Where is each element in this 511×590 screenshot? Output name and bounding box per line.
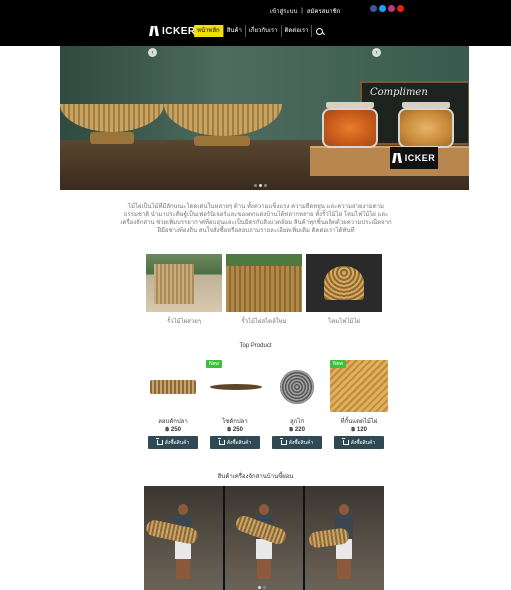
gallery-dot[interactable]: [263, 586, 266, 589]
new-badge: New: [330, 360, 347, 368]
facebook-icon[interactable]: [370, 5, 377, 12]
bamboo-mat-image: New: [330, 360, 388, 412]
slider-dot-active[interactable]: [259, 184, 262, 187]
person-legs: [176, 559, 190, 579]
product-name: ที่กั้นแดดไม้ไผ่: [340, 419, 378, 425]
hero-logo-text: ICKER: [404, 153, 436, 163]
product-price: ฿ 220: [289, 427, 305, 433]
person-shorts: [255, 539, 272, 559]
woven-ball-image: [268, 360, 326, 412]
glass-jar-image: [398, 108, 454, 148]
product-card[interactable]: ลูกไก่ ฿ 220 สั่งซื้อสินค้า: [268, 360, 326, 449]
cart-icon: [279, 438, 287, 445]
buy-button[interactable]: สั่งซื้อสินค้า: [210, 436, 260, 449]
person-legs: [337, 559, 352, 579]
category-card[interactable]: โคมไฟไม้ไผ่: [306, 254, 382, 326]
glass-jar-image: [322, 108, 378, 148]
fish-trap-image: New: [206, 360, 264, 412]
slider-dot[interactable]: [264, 184, 267, 187]
search-icon[interactable]: [316, 27, 324, 35]
buy-button-label: สั่งซื้อสินค้า: [164, 439, 190, 446]
category-label: รั้วไม้ไผ่สไตล์ใหม่: [241, 319, 287, 325]
person-head: [178, 504, 188, 515]
buy-button-label: สั่งซื้อสินค้า: [350, 439, 376, 446]
category-card[interactable]: รั้วไม้ไผ่สไตล์ใหม่: [226, 254, 302, 326]
product-name: ลูกไก่: [290, 419, 304, 425]
product-name: ลอบดักปลา: [158, 419, 188, 425]
login-link[interactable]: เข้าสู่ระบบ: [270, 6, 297, 16]
person-legs: [256, 559, 271, 579]
cart-icon: [217, 438, 225, 445]
category-label: รั้วไม้ไผ่สวยๆ: [167, 319, 201, 325]
blackboard-text: Complimen: [370, 87, 428, 98]
gallery-image: [144, 486, 225, 590]
buy-button-label: สั่งซื้อสินค้า: [226, 439, 252, 446]
gallery-prev-icon[interactable]: ‹: [148, 48, 157, 57]
cart-icon: [341, 438, 349, 445]
slider-dots: [254, 184, 267, 187]
gallery-slider[interactable]: [144, 486, 385, 590]
register-link[interactable]: สมัครสมาชิก: [307, 6, 341, 16]
nav-contact[interactable]: ติดต่อเรา: [282, 25, 313, 37]
product-name: ไซดักปลา: [222, 419, 248, 425]
category-card[interactable]: รั้วไม้ไผ่สวยๆ: [146, 254, 222, 326]
product-price: ฿ 250: [165, 427, 181, 433]
hero-watermark-logo: ICKER: [390, 147, 438, 169]
buy-button[interactable]: สั่งซื้อสินค้า: [148, 436, 198, 449]
intro-paragraph: ไม้ไผ่เป็นไม้ที่มีลักษณะโดดเด่นในหลายๆ ด…: [120, 204, 392, 234]
product-card[interactable]: New ที่กั้นแดดไม้ไผ่ ฿ 120 สั่งซื้อสินค้…: [330, 360, 388, 449]
gallery-title: สินค้าเครื่องจักสานบ้านขี้ผ่อน: [217, 474, 294, 480]
bamboo-fence-icon: [146, 254, 222, 312]
account-links: เข้าสู่ระบบ | สมัครสมาชิก: [270, 6, 340, 16]
bamboo-lamp-icon: [306, 254, 382, 312]
top-product-title: Top Product: [239, 343, 272, 349]
person-head: [339, 504, 350, 515]
fish-trap-bundle-image: [144, 360, 202, 412]
product-price: ฿ 120: [351, 427, 367, 433]
gallery-image: [305, 486, 385, 590]
gallery-image: [224, 486, 306, 590]
nav-home[interactable]: หน้าหลัก: [194, 25, 224, 37]
basket-stand: [90, 132, 134, 144]
nav-products[interactable]: สินค้า: [224, 25, 246, 37]
gallery-dot-active[interactable]: [258, 586, 261, 589]
main-nav: หน้าหลัก สินค้า เกี่ยวกับเรา ติดต่อเรา: [194, 25, 324, 37]
product-price: ฿ 250: [227, 427, 243, 433]
product-grid: ลอบดักปลา ฿ 250 สั่งซื้อสินค้า New ไซดัก…: [144, 360, 389, 456]
twitter-icon[interactable]: [379, 5, 386, 12]
link-separator: |: [301, 8, 303, 14]
site-logo[interactable]: ICKER: [150, 25, 196, 37]
nav-about[interactable]: เกี่ยวกับเรา: [246, 25, 282, 37]
slider-dot[interactable]: [254, 184, 257, 187]
buy-button[interactable]: สั่งซื้อสินค้า: [334, 436, 384, 449]
logo-w-mark: [393, 152, 405, 164]
gallery-dots: [258, 586, 266, 589]
person-head: [258, 504, 269, 515]
logo-w-mark: [150, 25, 162, 37]
gallery-next-icon[interactable]: ›: [372, 48, 381, 57]
logo-text: ICKER: [162, 25, 196, 37]
buy-button[interactable]: สั่งซื้อสินค้า: [272, 436, 322, 449]
buy-button-label: สั่งซื้อสินค้า: [288, 439, 314, 446]
product-card[interactable]: New ไซดักปลา ฿ 250 สั่งซื้อสินค้า: [206, 360, 264, 449]
social-links: [370, 5, 404, 12]
basket-stand: [194, 136, 250, 146]
new-badge: New: [206, 360, 223, 368]
category-grid: รั้วไม้ไผ่สวยๆ รั้วไม้ไผ่สไตล์ใหม่ โคมไฟ…: [144, 254, 384, 326]
product-card[interactable]: ลอบดักปลา ฿ 250 สั่งซื้อสินค้า: [144, 360, 202, 449]
bamboo-panel-icon: [226, 254, 302, 312]
top-header: เข้าสู่ระบบ | สมัครสมาชิก ICKER หน้าหลัก…: [0, 0, 511, 46]
cart-icon: [155, 438, 163, 445]
instagram-icon[interactable]: [388, 5, 395, 12]
category-label: โคมไฟไม้ไผ่: [328, 319, 360, 325]
youtube-icon[interactable]: [397, 5, 404, 12]
